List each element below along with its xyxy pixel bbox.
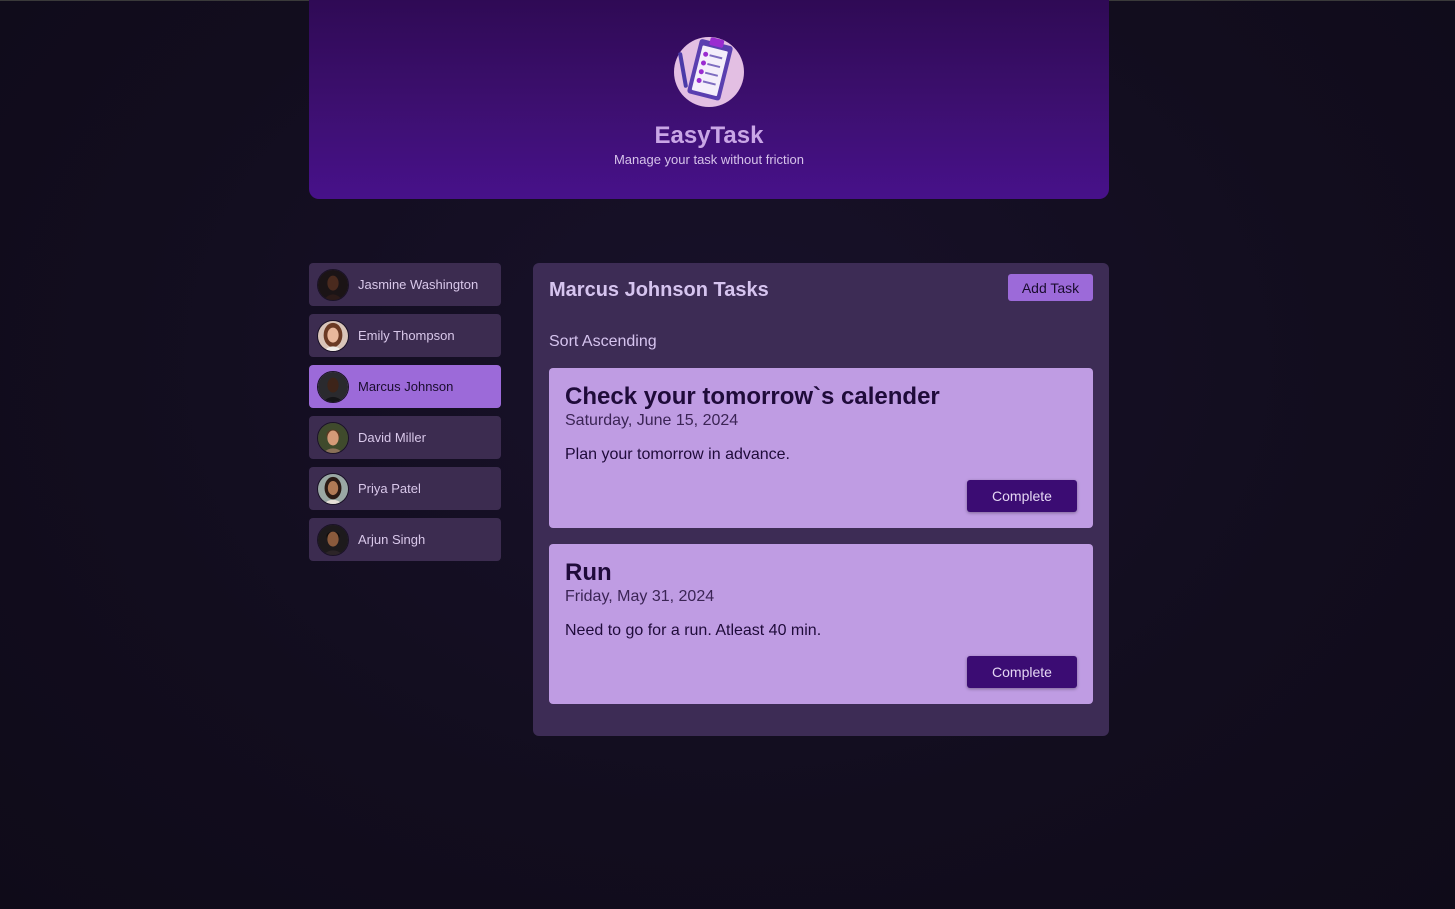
user-item-arjun-singh[interactable]: Arjun Singh (309, 518, 501, 561)
user-item-marcus-johnson[interactable]: Marcus Johnson (309, 365, 501, 408)
complete-button[interactable]: Complete (967, 656, 1077, 688)
user-item-jasmine-washington[interactable]: Jasmine Washington (309, 263, 501, 306)
avatar (317, 421, 349, 454)
user-item-priya-patel[interactable]: Priya Patel (309, 467, 501, 510)
tasks-title: Marcus Johnson Tasks (549, 279, 769, 301)
user-item-david-miller[interactable]: David Miller (309, 416, 501, 459)
task-title: Run (565, 559, 612, 586)
task-title: Check your tomorrow`s calender (565, 383, 940, 410)
task-description: Need to go for a run. Atleast 40 min. (565, 622, 822, 639)
task-description: Plan your tomorrow in advance. (565, 446, 790, 463)
user-name: Priya Patel (358, 481, 421, 496)
avatar (317, 268, 349, 301)
user-item-emily-thompson[interactable]: Emily Thompson (309, 314, 501, 357)
user-list: Jasmine Washington Emily Thompson Marcus… (309, 263, 501, 569)
task-date: Saturday, June 15, 2024 (565, 412, 739, 429)
task-date: Friday, May 31, 2024 (565, 588, 715, 605)
task-card: Run Friday, May 31, 2024 Need to go for … (549, 544, 1093, 704)
clipboard-checklist-icon (674, 37, 744, 107)
avatar (317, 370, 349, 403)
avatar (317, 472, 349, 505)
sort-ascending-link[interactable]: Sort Ascending (549, 333, 657, 351)
app-subtitle: Manage your task without friction (613, 152, 805, 167)
user-name: David Miller (358, 430, 426, 445)
app-title: EasyTask (654, 122, 764, 149)
app-header: EasyTask Manage your task without fricti… (309, 0, 1109, 199)
avatar (317, 523, 349, 556)
task-card: Check your tomorrow`s calender Saturday,… (549, 368, 1093, 528)
tasks-panel: Marcus Johnson Tasks Add Task Sort Ascen… (533, 263, 1109, 736)
user-name: Emily Thompson (358, 328, 455, 343)
avatar (317, 319, 349, 352)
user-name: Arjun Singh (358, 532, 426, 547)
user-name: Jasmine Washington (358, 277, 479, 292)
user-name: Marcus Johnson (358, 379, 454, 394)
add-task-button[interactable]: Add Task (1008, 274, 1093, 301)
complete-button[interactable]: Complete (967, 480, 1077, 512)
